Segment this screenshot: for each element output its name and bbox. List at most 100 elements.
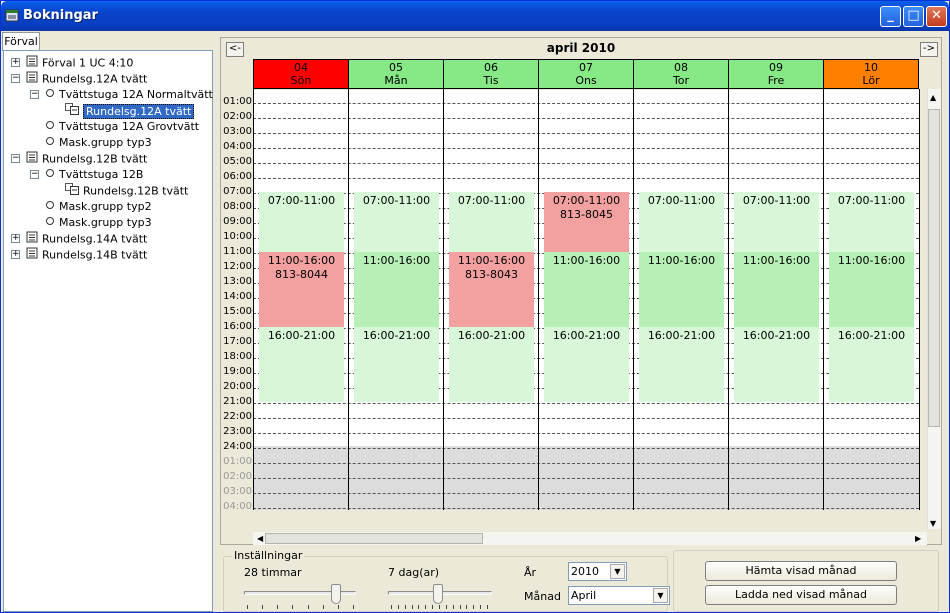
list-icon [26,151,38,168]
hour-gridline [253,133,919,134]
tab-forval[interactable]: Förval [2,32,40,51]
tree-item[interactable]: Mask.grupp typ3 [45,215,152,231]
free-slot[interactable]: 07:00-11:00 [829,192,914,252]
day-header[interactable]: 07 Ons [538,59,634,89]
slot-time: 16:00-21:00 [552,329,621,342]
slot-time: 16:00-21:00 [362,329,431,342]
free-slot[interactable]: 16:00-21:00 [639,327,724,402]
tree-item[interactable]: + Förval 1 UC 4:10 [11,55,133,71]
maximize-button[interactable]: □ [903,6,924,27]
next-month-button[interactable]: -> [920,42,938,57]
tree-item[interactable]: + Rundelsg.14B tvätt [11,247,148,263]
day-header[interactable]: 09 Fre [728,59,824,89]
hour-label: 03:00 [223,126,252,137]
prev-month-button[interactable]: <- [226,42,244,57]
tree-item[interactable]: Rundelsg.12A tvätt [65,103,195,120]
scroll-up-icon[interactable]: ▲ [930,93,936,102]
schedule-icon [65,103,79,120]
free-slot[interactable]: 16:00-21:00 [544,327,629,402]
collapse-icon[interactable]: − [11,154,20,163]
free-slot[interactable]: 16:00-21:00 [354,327,439,402]
hour-label: 02:00 [223,111,252,122]
free-slot[interactable]: 11:00-16:00 [639,252,724,327]
close-button[interactable]: ✕ [926,6,947,27]
free-slot[interactable]: 07:00-11:00 [639,192,724,252]
collapse-icon[interactable]: − [30,170,39,179]
free-slot[interactable]: 11:00-16:00 [544,252,629,327]
free-slot[interactable]: 11:00-16:00 [829,252,914,327]
minimize-button[interactable]: _ [880,6,901,27]
scroll-down-icon[interactable]: ▼ [930,519,936,528]
hour-gridline [253,463,919,464]
circle-icon [45,87,55,103]
booked-slot[interactable]: 11:00-16:00 813-8043 [449,252,534,327]
horizontal-scroll-thumb[interactable] [265,533,483,544]
tree-item[interactable]: − Tvättstuga 12A Normaltvätt [30,87,213,103]
free-slot[interactable]: 16:00-21:00 [829,327,914,402]
hours-slider-thumb[interactable] [331,584,341,604]
free-slot[interactable]: 16:00-21:00 [259,327,344,402]
splitter[interactable] [215,32,219,612]
day-header[interactable]: 10 Lör [823,59,919,89]
day-column-divider [919,89,920,510]
slider-tick [292,605,293,609]
hour-gridline [253,103,919,104]
booked-slot[interactable]: 07:00-11:00 813-8045 [544,192,629,252]
day-header[interactable]: 04 Sön [253,59,349,89]
hour-label: 21:00 [223,396,252,407]
tree-item[interactable]: Mask.grupp typ3 [45,135,152,151]
fetch-month-button[interactable]: Hämta visad månad [705,561,897,581]
tree-item-label: Tvättstuga 12A Normaltvätt [59,88,213,101]
collapse-icon[interactable]: − [11,74,20,83]
slot-time: 11:00-16:00 [647,254,716,267]
hour-label: 06:00 [223,171,252,182]
slot-time: 11:00-16:00 [837,254,906,267]
tree-item[interactable]: Rundelsg.12B tvätt [65,183,188,199]
hour-gridline [253,148,919,149]
tree-item[interactable]: − Tvättstuga 12B [30,167,143,183]
year-select[interactable]: 2010 ▼ [568,562,627,581]
tree-item[interactable]: + Rundelsg.14A tvätt [11,231,147,247]
slider-tick [425,605,426,609]
slider-tick [308,605,309,609]
slot-time: 07:00-11:00 [647,194,716,207]
scroll-left-icon[interactable]: ◀ [257,534,263,543]
day-header[interactable]: 05 Mån [348,59,444,89]
days-label: 7 dag(ar) [388,566,440,579]
chevron-down-icon[interactable]: ▼ [610,564,625,579]
tree-item[interactable]: − Rundelsg.12B tvätt [11,151,147,168]
booked-slot[interactable]: 11:00-16:00 813-8044 [259,252,344,327]
slider-tick [247,605,248,609]
expand-icon[interactable]: + [11,58,20,67]
free-slot[interactable]: 07:00-11:00 [354,192,439,252]
tree-item[interactable]: − Rundelsg.12A tvätt [11,71,147,87]
free-slot[interactable]: 07:00-11:00 [449,192,534,252]
scroll-right-icon[interactable]: ▶ [915,534,921,543]
hour-label: 08:00 [223,201,252,212]
chevron-down-icon[interactable]: ▼ [653,588,668,603]
collapse-icon[interactable]: − [30,90,39,99]
free-slot[interactable]: 16:00-21:00 [734,327,819,402]
tree-item[interactable]: Tvättstuga 12A Grovtvätt [45,119,199,135]
free-slot[interactable]: 11:00-16:00 [734,252,819,327]
download-month-button[interactable]: Ladda ned visad månad [705,585,897,605]
expand-icon[interactable]: + [11,250,20,259]
slider-tick [460,605,461,609]
day-name: Tor [672,74,690,87]
day-header[interactable]: 06 Tis [443,59,539,89]
free-slot[interactable]: 07:00-11:00 [734,192,819,252]
tree-item[interactable]: Mask.grupp typ2 [45,199,152,215]
free-slot[interactable]: 11:00-16:00 [354,252,439,327]
title-bar[interactable]: Bokningar _ □ ✕ [1,1,949,31]
expand-icon[interactable]: + [11,234,20,243]
month-label: Månad [524,590,561,603]
hour-gridline [253,433,919,434]
free-slot[interactable]: 16:00-21:00 [449,327,534,402]
bookings-window: Bokningar _ □ ✕ Förval + Förval 1 UC 4:10… [0,0,950,613]
tree-item-label: Rundelsg.14B tvätt [42,248,148,262]
free-slot[interactable]: 07:00-11:00 [259,192,344,252]
day-header[interactable]: 08 Tor [633,59,729,89]
days-slider-thumb[interactable] [433,584,443,604]
month-select[interactable]: April ▼ [568,586,670,605]
vertical-scroll-thumb[interactable] [928,109,940,427]
